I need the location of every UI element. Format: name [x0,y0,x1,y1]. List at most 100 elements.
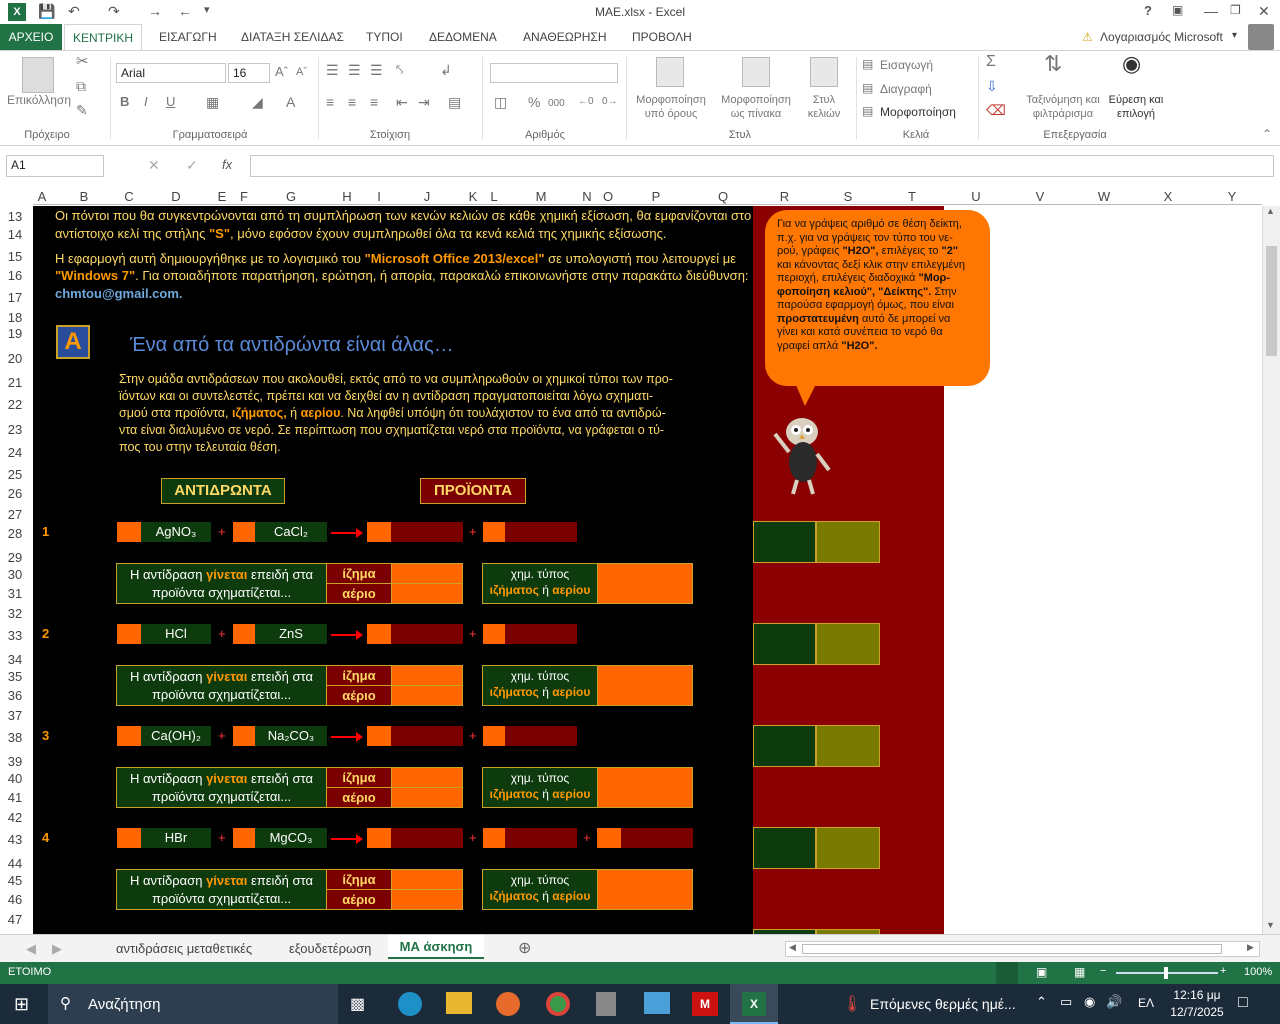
device-icon[interactable]: ▭ [1060,994,1072,1010]
row-header[interactable]: 35 [0,669,30,684]
column-header-o[interactable]: O [597,189,619,204]
column-header-u[interactable]: U [944,189,1008,204]
decrease-indent-icon[interactable]: ⇤ [396,95,408,109]
comma-style-button[interactable]: 000 [548,97,565,111]
close-button[interactable]: ✕ [1258,3,1270,20]
coefficient-input[interactable] [117,726,141,746]
language-indicator[interactable]: ΕΛ [1138,996,1154,1010]
column-header-c[interactable]: C [117,189,141,204]
row-header[interactable]: 19 [0,326,30,341]
column-header-y[interactable]: Y [1200,189,1264,204]
precipitate-input[interactable] [391,869,463,890]
tab-review[interactable]: ΑΝΑΘΕΩΡΗΣΗ [523,30,606,44]
score-cell-r[interactable] [753,623,816,665]
autosum-icon[interactable]: Σ [986,54,996,70]
clock-date[interactable]: 12/7/2025 [1166,1005,1228,1019]
h-scrollbar-thumb[interactable] [802,944,1222,954]
copy-icon[interactable]: ⧉ [76,79,86,93]
column-header-a[interactable]: A [33,189,51,204]
excel-taskbar-button[interactable]: X [730,984,778,1024]
coefficient-input[interactable] [117,522,141,542]
row-header[interactable]: 43 [0,832,30,847]
merge-center-icon[interactable]: ▤ [448,95,461,109]
row-header[interactable]: 44 [0,856,30,871]
worksheet-grid[interactable]: Οι πόντοι που θα συγκεντρώνονται από τη … [33,206,753,934]
align-bottom-icon[interactable]: ☰ [370,63,383,77]
row-header[interactable]: 22 [0,397,30,412]
clear-icon[interactable]: ⌫ [986,103,1006,117]
column-header-t[interactable]: T [880,189,944,204]
column-header-l[interactable]: L [483,189,505,204]
page-layout-view-icon[interactable]: ▣ [1036,965,1047,979]
product-input[interactable] [391,828,463,848]
tab-view[interactable]: ΠΡΟΒΟΛΗ [632,30,692,44]
precipitate-input[interactable] [391,563,463,584]
align-right-icon[interactable]: ≡ [370,95,378,109]
avatar[interactable] [1248,24,1274,50]
score-cell-r[interactable] [753,827,816,869]
cancel-icon[interactable]: ✕ [148,158,160,172]
product-input[interactable] [505,828,577,848]
column-header-m[interactable]: M [505,189,577,204]
sort-filter-button[interactable]: Ταξινόμηση και φιλτράρισμα [1020,93,1106,121]
chem-type-input[interactable] [597,869,693,910]
column-header-b[interactable]: B [51,189,117,204]
account-dropdown-icon[interactable]: ▾ [1232,30,1237,41]
row-header[interactable]: 15 [0,249,30,264]
coefficient-input[interactable] [367,828,391,848]
bold-icon[interactable]: B [120,95,129,109]
remote-desktop-icon[interactable] [644,992,670,1014]
wrap-text-icon[interactable]: ↲ [440,63,452,77]
align-middle-icon[interactable]: ☰ [348,63,361,77]
volume-icon[interactable]: 🔊 [1106,994,1122,1010]
precipitate-input[interactable] [391,767,463,788]
task-view-icon[interactable]: ▩ [350,994,365,1014]
row-header[interactable]: 40 [0,771,30,786]
align-top-icon[interactable]: ☰ [326,63,339,77]
font-size-box[interactable]: 16 [228,63,270,83]
coefficient-input[interactable] [117,828,141,848]
paste-button[interactable]: Επικόλληση [4,93,74,107]
scroll-up-icon[interactable]: ▲ [1266,206,1275,216]
notifications-icon[interactable]: □ [1238,994,1248,1012]
file-explorer-icon[interactable] [446,992,472,1014]
coefficient-input[interactable] [483,828,505,848]
orientation-icon[interactable]: ⤣ [396,63,403,77]
chem-type-input[interactable] [597,767,693,808]
taskbar-search-box[interactable]: ⚲ Αναζήτηση [48,984,338,1024]
column-header-p[interactable]: P [619,189,693,204]
select-all-button[interactable] [0,188,33,205]
row-header[interactable]: 23 [0,422,30,437]
coefficient-input[interactable] [597,828,621,848]
show-hidden-icons[interactable]: ⌃ [1036,994,1047,1010]
increase-indent-icon[interactable]: ⇥ [418,95,430,109]
row-header[interactable]: 29 [0,550,30,565]
insert-cells-button[interactable]: Εισαγωγή [880,58,933,72]
windows-start-icon[interactable]: ⊞ [14,994,29,1015]
row-header[interactable]: 34 [0,652,30,667]
grow-font-icon[interactable]: Aˆ [275,65,288,79]
zoom-in-icon[interactable]: + [1220,965,1226,977]
row-header[interactable]: 42 [0,810,30,825]
tab-home[interactable]: ΚΕΝΤΡΙΚΗ [64,24,142,51]
gas-input[interactable] [391,685,463,706]
column-header-k[interactable]: K [463,189,483,204]
account-button[interactable]: Λογαριασμός Microsoft [1100,30,1223,44]
font-color-icon[interactable]: A [286,95,295,109]
sheet-tab-active[interactable]: ΜΑ άσκηση [388,935,484,959]
column-header-d[interactable]: D [141,189,211,204]
row-header[interactable]: 18 [0,310,30,325]
find-select-button[interactable]: Εύρεση και επιλογή [1104,93,1168,121]
delete-cells-icon[interactable]: ▤ [862,81,873,95]
help-button[interactable]: ? [1144,3,1152,18]
coefficient-input[interactable] [117,624,141,644]
tab-data[interactable]: ΔΕΔΟΜΕΝΑ [429,30,497,44]
align-center-icon[interactable]: ≡ [348,95,356,109]
scroll-left-icon[interactable]: ◀ [789,942,796,953]
score-cell-r[interactable] [753,521,816,563]
product-input[interactable] [621,828,693,848]
vertical-scrollbar[interactable]: ▲ ▼ [1262,206,1280,934]
row-header[interactable]: 47 [0,912,30,927]
name-box[interactable]: A1 [6,155,104,177]
column-header-x[interactable]: X [1136,189,1200,204]
